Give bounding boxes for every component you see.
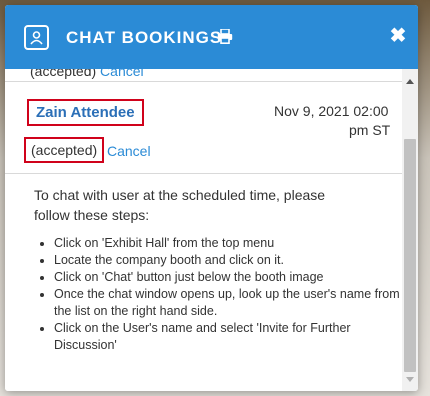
scroll-down-arrow-icon[interactable] (406, 377, 414, 382)
instructions-panel: To chat with user at the scheduled time,… (5, 175, 402, 391)
booking-date: Nov 9, 2021 02:00 (274, 103, 389, 119)
instruction-step: Click on the User's name and select 'Inv… (54, 320, 404, 354)
modal-header: CHAT BOOKINGS ✖ (5, 5, 418, 69)
modal-title: CHAT BOOKINGS (66, 28, 223, 47)
instruction-step: Click on 'Exhibit Hall' from the top men… (54, 235, 404, 252)
divider (5, 173, 402, 174)
instructions-steps: Click on 'Exhibit Hall' from the top men… (34, 235, 404, 354)
scroll-up-arrow-icon[interactable] (406, 79, 414, 84)
cancel-link[interactable]: Cancel (100, 69, 144, 79)
attendee-name-link[interactable]: Zain Attendee (27, 99, 144, 126)
instruction-step: Locate the company booth and click on it… (54, 252, 404, 269)
instructions-intro: To chat with user at the scheduled time,… (34, 187, 326, 223)
instruction-step: Once the chat window opens up, look up t… (54, 286, 404, 320)
divider (5, 81, 402, 82)
booking-status: (accepted) (24, 137, 105, 163)
chat-bookings-modal: CHAT BOOKINGS ✖ (accepted) Cancel Zain A… (5, 5, 418, 391)
booking-status: (accepted) (30, 69, 97, 79)
bookings-list[interactable]: (accepted) Cancel Zain Attendee Nov 9, 2… (5, 69, 402, 174)
cancel-link[interactable]: Cancel (107, 143, 151, 159)
scrollbar-thumb[interactable] (404, 139, 416, 372)
contact-card-icon (24, 25, 49, 50)
booking-time: pm ST (349, 122, 391, 138)
close-icon[interactable]: ✖ (388, 25, 408, 47)
booking-row-clipped: (accepted) Cancel (30, 69, 144, 79)
instruction-step: Click on 'Chat' button just below the bo… (54, 269, 404, 286)
print-icon[interactable] (217, 28, 233, 49)
